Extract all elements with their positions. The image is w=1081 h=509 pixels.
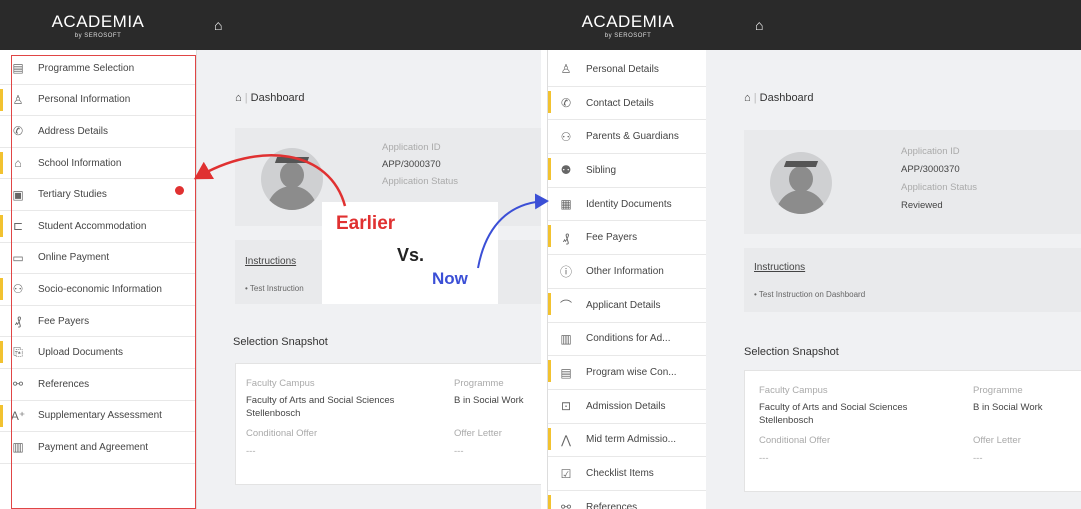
annotation-arrows bbox=[193, 154, 549, 269]
earlier-arrow bbox=[193, 154, 347, 207]
now-arrow bbox=[477, 193, 549, 269]
